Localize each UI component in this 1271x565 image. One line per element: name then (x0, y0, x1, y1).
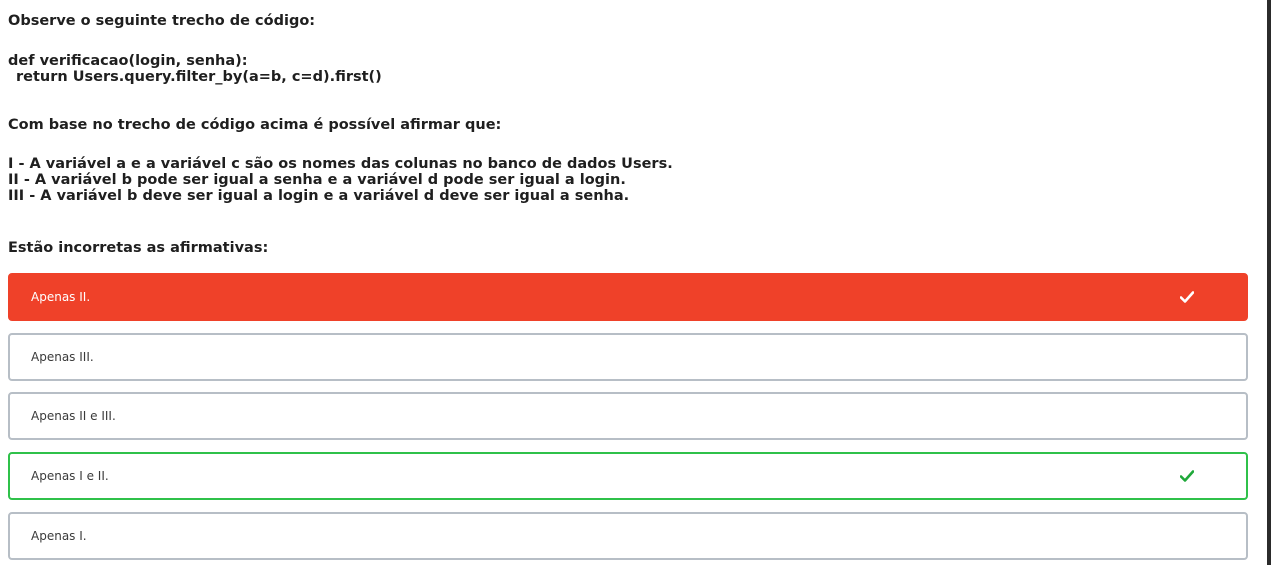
statement-3: III - A variável b deve ser igual a logi… (8, 188, 630, 204)
option-apenas-iii[interactable]: Apenas III. (8, 333, 1248, 381)
statement-2: II - A variável b pode ser igual a senha… (8, 172, 626, 188)
option-label: Apenas II e III. (31, 409, 116, 423)
option-label: Apenas I. (31, 529, 87, 543)
option-apenas-ii[interactable]: Apenas II. (8, 273, 1248, 321)
right-edge-bar (1267, 0, 1271, 565)
option-label: Apenas I e II. (31, 469, 109, 483)
check-icon (1180, 470, 1194, 482)
option-apenas-i[interactable]: Apenas I. (8, 512, 1248, 560)
option-label: Apenas II. (31, 290, 91, 304)
check-icon (1180, 291, 1194, 303)
question-intro: Observe o seguinte trecho de código: (8, 13, 316, 29)
statement-1: I - A variável a e a variável c são os n… (8, 156, 673, 172)
option-apenas-i-e-ii[interactable]: Apenas I e II. (8, 452, 1248, 500)
code-line-1: def verificacao(login, senha): (8, 53, 248, 69)
option-label: Apenas III. (31, 350, 94, 364)
code-line-2: return Users.query.filter_by(a=b, c=d).f… (16, 69, 382, 85)
question-base: Com base no trecho de código acima é pos… (8, 117, 502, 133)
question-ask: Estão incorretas as afirmativas: (8, 240, 269, 256)
option-apenas-ii-e-iii[interactable]: Apenas II e III. (8, 392, 1248, 440)
